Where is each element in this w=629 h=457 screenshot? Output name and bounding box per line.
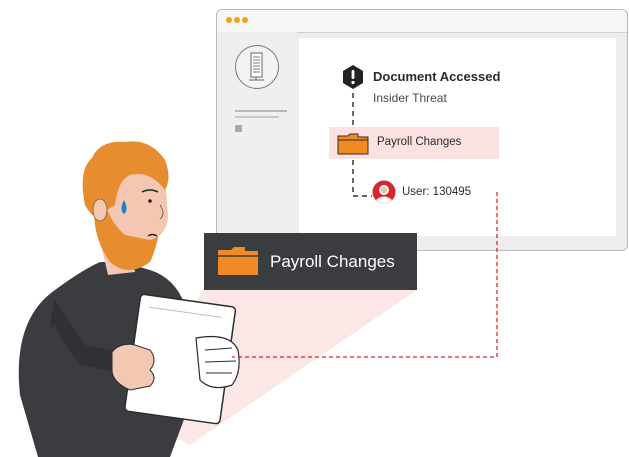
person-illustration xyxy=(18,141,240,457)
folder-icon xyxy=(218,247,258,275)
illustration: Document Accessed Insider Threat Payroll… xyxy=(0,0,629,457)
callout-label: Payroll Changes xyxy=(270,252,395,271)
payroll-callout: Payroll Changes xyxy=(204,233,417,290)
